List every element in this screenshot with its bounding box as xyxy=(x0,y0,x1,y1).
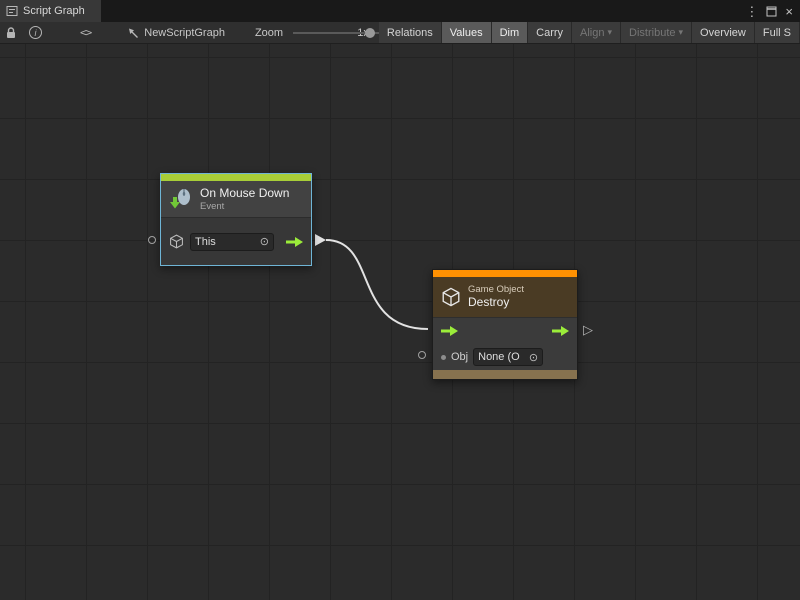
button-label: Align xyxy=(580,27,604,39)
destroy-obj-row: Obj None (O ⊙ xyxy=(433,344,577,370)
obj-port-label: Obj xyxy=(451,351,468,363)
destroy-node-header[interactable]: Game Object Destroy xyxy=(433,277,577,317)
destroy-obj-input-port[interactable] xyxy=(418,351,426,359)
tab-title: Script Graph xyxy=(23,5,85,17)
object-picker-icon[interactable]: ⊙ xyxy=(529,351,538,364)
event-node-titles: On Mouse Down Event xyxy=(200,186,289,212)
info-icon: i xyxy=(29,26,42,39)
toolbar-button-dim[interactable]: Dim xyxy=(492,22,529,44)
button-label: Relations xyxy=(387,27,433,39)
node-subtitle: Event xyxy=(200,201,289,212)
lock-icon xyxy=(5,26,17,40)
obj-value: None (O xyxy=(478,351,520,363)
zoom-slider[interactable] xyxy=(293,22,350,44)
node-on-mouse-down[interactable]: On Mouse Down Event This ⊙ xyxy=(160,173,312,266)
graph-pointer-icon xyxy=(127,27,139,39)
button-label: Carry xyxy=(536,27,563,39)
titlebar-controls: ⋮ × xyxy=(745,0,800,22)
toolbar-button-fullscreen[interactable]: Full S xyxy=(755,22,800,44)
kebab-menu-icon[interactable]: ⋮ xyxy=(745,5,758,18)
obj-value-field[interactable]: None (O ⊙ xyxy=(473,348,543,366)
destroy-node-footer xyxy=(433,370,577,379)
destroy-node-titles: Game Object Destroy xyxy=(468,284,524,310)
flow-output-arrow-icon[interactable] xyxy=(286,236,303,248)
graph-toolbar: i <> NewScriptGraph Zoom 1x Relations Va… xyxy=(0,22,800,44)
object-picker-icon[interactable]: ⊙ xyxy=(260,235,269,248)
event-accent-bar xyxy=(161,174,311,181)
value-port-dot xyxy=(441,355,446,360)
code-view-button[interactable]: <> xyxy=(80,22,91,44)
destroy-node-body: Obj None (O ⊙ xyxy=(433,317,577,370)
node-title: Destroy xyxy=(468,295,524,310)
toolbar-button-row: Relations Values Dim Carry Align ▾ Distr… xyxy=(379,22,800,44)
target-object-field[interactable]: This ⊙ xyxy=(190,233,274,251)
destroy-flow-row xyxy=(433,318,577,344)
close-icon[interactable]: × xyxy=(785,5,793,18)
flow-output-arrow-icon[interactable] xyxy=(552,325,569,337)
connection-wire xyxy=(0,44,800,600)
toolbar-button-relations[interactable]: Relations xyxy=(379,22,442,44)
wire-arrowhead xyxy=(315,234,326,246)
toolbar-button-carry[interactable]: Carry xyxy=(528,22,572,44)
event-node-header[interactable]: On Mouse Down Event xyxy=(161,181,311,217)
titlebar: Script Graph ⋮ × xyxy=(0,0,800,22)
graph-name-label: NewScriptGraph xyxy=(144,27,225,39)
info-button[interactable]: i xyxy=(29,22,42,44)
button-label: Full S xyxy=(763,27,791,39)
button-label: Dim xyxy=(500,27,520,39)
chevron-down-icon: ▾ xyxy=(608,27,613,38)
game-object-cube-icon xyxy=(169,234,184,249)
tab-script-graph[interactable]: Script Graph xyxy=(0,0,101,22)
node-title: On Mouse Down xyxy=(200,186,289,201)
destroy-accent-bar xyxy=(433,270,577,277)
zoom-slider-handle[interactable] xyxy=(365,28,375,38)
code-icon: <> xyxy=(80,26,91,39)
game-object-cube-icon xyxy=(441,287,461,307)
toolbar-button-values[interactable]: Values xyxy=(442,22,492,44)
mouse-down-icon xyxy=(169,187,193,211)
toolbar-button-overview[interactable]: Overview xyxy=(692,22,755,44)
graph-canvas[interactable]: On Mouse Down Event This ⊙ xyxy=(0,44,800,600)
button-label: Distribute xyxy=(629,27,675,39)
toolbar-button-align[interactable]: Align ▾ xyxy=(572,22,621,44)
event-node-body: This ⊙ xyxy=(161,217,311,265)
toolbar-button-distribute[interactable]: Distribute ▾ xyxy=(621,22,692,44)
target-object-value: This xyxy=(195,236,216,248)
flow-input-arrow-icon[interactable] xyxy=(441,325,458,337)
button-label: Values xyxy=(450,27,483,39)
script-graph-icon xyxy=(6,5,18,17)
graph-name-breadcrumb[interactable]: NewScriptGraph xyxy=(127,27,225,39)
zoom-label: Zoom xyxy=(255,27,283,39)
event-input-port[interactable] xyxy=(148,236,156,244)
button-label: Overview xyxy=(700,27,746,39)
node-destroy[interactable]: Game Object Destroy Obj xyxy=(432,269,578,380)
destroy-flow-out-marker[interactable]: ▷ xyxy=(583,323,593,336)
node-category: Game Object xyxy=(468,284,524,295)
chevron-down-icon: ▾ xyxy=(679,27,684,38)
script-graph-window: Script Graph ⋮ × i <> xyxy=(0,0,800,600)
lock-button[interactable] xyxy=(5,22,17,44)
maximize-icon[interactable] xyxy=(766,6,777,17)
